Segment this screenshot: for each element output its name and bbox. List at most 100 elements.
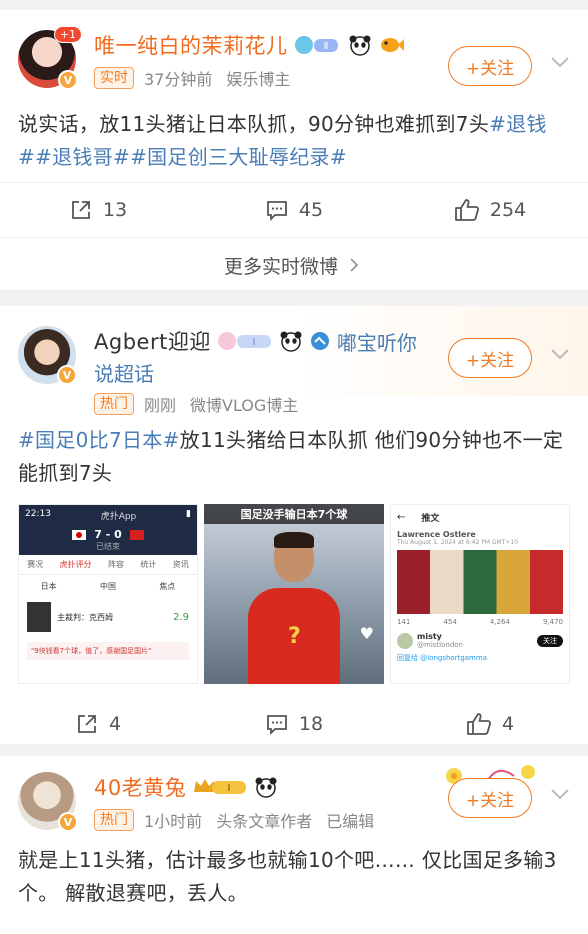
- avatar[interactable]: V: [18, 326, 77, 385]
- player-name: 主裁判：克西姆: [57, 612, 113, 622]
- like-button[interactable]: 254: [392, 198, 588, 222]
- comment-count: 45: [298, 199, 324, 221]
- svg-text:I: I: [228, 783, 231, 794]
- supertopic-icon: [309, 330, 331, 352]
- verified-icon: V: [57, 365, 77, 385]
- heart-icon[interactable]: ♥: [360, 624, 374, 643]
- section-gap: [0, 290, 588, 306]
- post-text: 说实话，放11头猪让日本队抓，90分钟也难抓到7头#退钱##退钱哥##国足创三大…: [0, 94, 588, 174]
- image-thumb-2[interactable]: 国足没手输日本7个球 ? ♥: [204, 504, 384, 684]
- user-role: 头条文章作者: [216, 812, 313, 831]
- tweet-date: Thu August 1, 2024 at 6:42 PM GMT+10: [397, 539, 519, 546]
- comment-icon: [267, 201, 287, 222]
- team-label: 中国: [99, 582, 116, 591]
- image-grid: 22:13 虎扑App ▮ 7 - 0 已结束 赛况 虎扑评分 阵容 统计 资讯: [0, 490, 588, 684]
- tweet-follow-button: 关注: [537, 634, 563, 647]
- follow-button[interactable]: +关注: [448, 338, 532, 378]
- shirt-mark: ?: [288, 624, 301, 649]
- status-time: 22:13: [25, 509, 51, 519]
- tweet-stat: 9,470: [542, 618, 563, 626]
- score: 7 - 0: [94, 528, 122, 541]
- supertopic-link-cont[interactable]: 说超话: [94, 358, 154, 387]
- svg-text:I: I: [252, 337, 255, 348]
- avatar[interactable]: V: [18, 772, 78, 832]
- share-button[interactable]: 4: [0, 712, 196, 736]
- tweet-author: Lawrence Ostlere: [397, 530, 476, 539]
- post-text: 就是上11头猪，估计最多也就输10个吧…… 仅比国足多输3个。 解散退赛吧，丢人…: [18, 848, 557, 905]
- share-icon: [72, 201, 90, 219]
- post-time: 37分钟前: [144, 70, 213, 89]
- comment-snippet: "9块钱看7个球，值了，感谢国足国片": [27, 642, 189, 660]
- post-body: 说实话，放11头猪让日本队抓，90分钟也难抓到7头: [18, 112, 490, 136]
- avatar[interactable]: +1 V: [18, 26, 82, 90]
- panda-icon: [279, 330, 303, 352]
- comment-count: 18: [298, 712, 324, 735]
- post-time: 刚刚: [144, 396, 177, 415]
- avatar: [397, 632, 413, 649]
- chevron-right-icon: [350, 258, 359, 272]
- focus-label: 焦点: [159, 582, 176, 591]
- more-label: 更多实时微博: [223, 255, 338, 278]
- china-flag-icon: [129, 529, 144, 540]
- like-button[interactable]: 4: [392, 712, 588, 736]
- verified-icon: V: [58, 812, 78, 832]
- comment-button[interactable]: 18: [196, 712, 392, 736]
- supertopic-link[interactable]: 嘟宝听你: [337, 327, 417, 356]
- tweet-reply: 回复给 @longshortgamma: [397, 654, 487, 662]
- vip-badge-icon: I: [217, 330, 273, 352]
- post-time: 1小时前: [144, 812, 203, 831]
- share-button[interactable]: 13: [0, 198, 196, 222]
- hot-tag: 热门: [94, 809, 134, 831]
- username[interactable]: Agbert迎迎: [94, 326, 211, 356]
- post-card-1[interactable]: +1 V 唯一纯白的茉莉花儿 Ⅱ 实时 37分钟前 娱乐博主 +关注 说实话，放…: [0, 10, 588, 290]
- comment-icon: [267, 714, 287, 735]
- team-label: 日本: [40, 582, 57, 591]
- tweet-user: misty: [417, 632, 442, 641]
- player-hair: [274, 532, 314, 548]
- username[interactable]: 唯一纯白的茉莉花儿: [94, 30, 288, 60]
- panda-icon: [254, 776, 278, 798]
- app-name: 虎扑App: [100, 512, 137, 522]
- player-photo: [27, 602, 51, 632]
- tab-label: 赛况: [27, 560, 44, 569]
- tweet-stat: 454: [443, 618, 457, 626]
- hot-tag: 热门: [94, 393, 134, 415]
- avatar-badge: +1: [53, 26, 82, 43]
- more-realtime-link[interactable]: 更多实时微博: [0, 237, 588, 292]
- post-card-3[interactable]: V 40老黄兔 I 热门 1小时前 头条文章作者 已编辑 +关注 就是上11头猪…: [0, 756, 588, 934]
- tweet-title: 推文: [421, 514, 440, 524]
- tab-label: 统计: [140, 560, 157, 569]
- rating: 2.9: [173, 611, 189, 623]
- hashtag[interactable]: #国足0比7日本#: [18, 428, 180, 452]
- follow-button[interactable]: +关注: [448, 778, 532, 818]
- image-thumb-1[interactable]: 22:13 虎扑App ▮ 7 - 0 已结束 赛况 虎扑评分 阵容 统计 资讯: [18, 504, 198, 684]
- tab-label: 阵容: [107, 560, 124, 569]
- comment-button[interactable]: 45: [196, 198, 392, 222]
- follow-button[interactable]: +关注: [448, 46, 532, 86]
- like-count: 4: [501, 712, 515, 735]
- like-icon: [454, 199, 479, 221]
- post-card-2[interactable]: V Agbert迎迎 I 嘟宝听你 说超话 热门 刚刚 微博VLOG博主 +关注…: [0, 306, 588, 744]
- chevron-down-icon[interactable]: [548, 50, 572, 74]
- like-count: 254: [489, 199, 527, 221]
- tweet-handle: @mistlondon: [417, 641, 463, 649]
- fish-icon: [378, 34, 404, 56]
- chevron-down-icon[interactable]: [548, 782, 572, 806]
- share-count: 4: [108, 712, 122, 735]
- username[interactable]: 40老黄兔: [94, 772, 186, 802]
- battery-icon: ▮: [186, 509, 191, 519]
- japan-flag-icon: [72, 529, 87, 540]
- tab-label: 虎扑评分: [59, 560, 92, 569]
- video-caption: 国足没手输日本7个球: [204, 504, 384, 524]
- chevron-down-icon[interactable]: [548, 342, 572, 366]
- verified-icon: V: [58, 70, 78, 90]
- image-thumb-3[interactable]: ← 推文 Lawrence Ostlere Thu August 1, 2024…: [390, 504, 570, 684]
- top-gap: [0, 0, 588, 10]
- back-arrow-icon: ←: [397, 512, 406, 523]
- realtime-tag: 实时: [94, 67, 134, 89]
- tweet-photo: [397, 550, 563, 614]
- action-bar: 13 45 254: [0, 182, 588, 237]
- hashtag[interactable]: #退钱哥#: [35, 145, 130, 169]
- tweet-stat: 4,264: [489, 618, 510, 626]
- hashtag[interactable]: #国足创三大耻辱纪录#: [130, 145, 347, 169]
